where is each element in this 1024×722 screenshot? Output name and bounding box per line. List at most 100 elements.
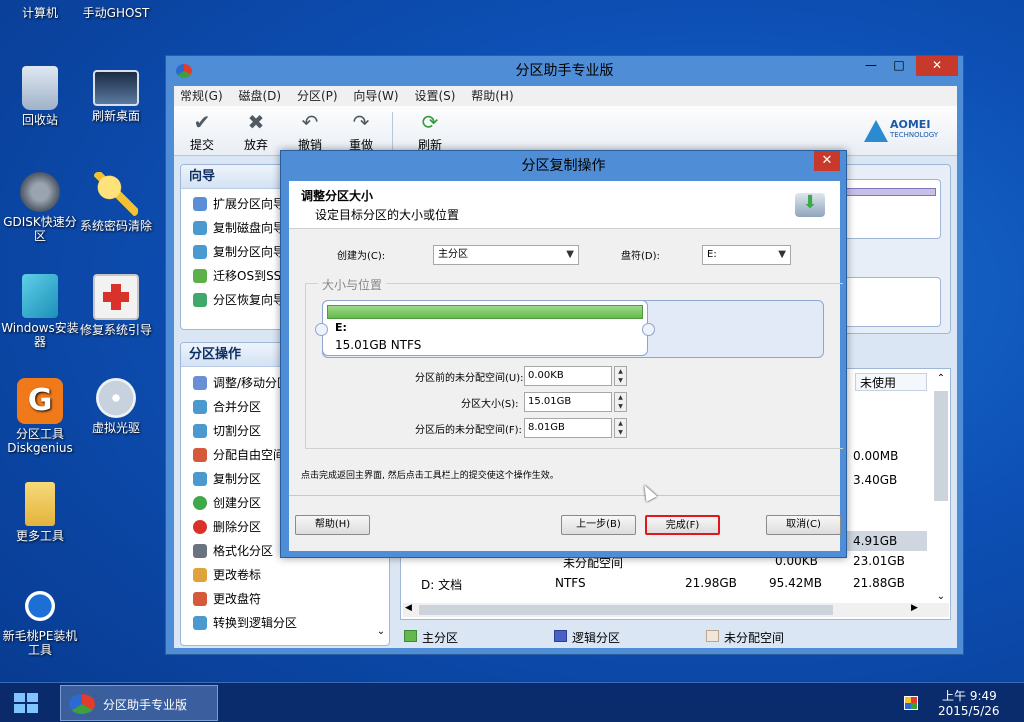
desktop-icon-manual-ghost[interactable]: 手动GHOST	[76, 0, 156, 20]
desktop-icon-label: Windows安装器	[1, 321, 79, 349]
undo-button[interactable]: ↶ 撤销	[290, 110, 330, 153]
checkmark-icon: ✔	[193, 110, 211, 134]
allocate-icon	[193, 448, 207, 462]
redo-button[interactable]: ↷ 重做	[341, 110, 381, 153]
minimize-button[interactable]: —	[858, 56, 884, 76]
desktop-icon-label: 计算机	[21, 6, 58, 20]
dialog-header: 调整分区大小 设定目标分区的大小或位置 ⬇	[289, 181, 840, 229]
size-position-group: 大小与位置 E: 15.01GB NTFS 分区前的未分配空间(U): 0.00…	[305, 276, 843, 449]
maximize-button[interactable]: □	[886, 56, 912, 76]
table-scroll-up[interactable]: ⌃	[934, 373, 948, 389]
after-unallocated-input[interactable]: 8.01GB	[524, 418, 612, 438]
drive-letter-label: 盘符(D):	[621, 251, 660, 262]
create-as-select[interactable]: 主分区 ▼	[433, 245, 579, 265]
scroll-right-icon[interactable]: ▶	[911, 603, 918, 613]
after-unallocated-spinner[interactable]: ▲ ▼	[614, 418, 627, 438]
folder-icon	[25, 482, 55, 526]
desktop-icon-recycle-bin[interactable]: 回收站	[0, 66, 80, 127]
menu-partition[interactable]: 分区(P)	[291, 86, 344, 106]
dialog-divider	[289, 495, 840, 496]
toolbar-divider	[392, 112, 393, 150]
desktop-icon-pe-installer[interactable]: 新毛桃PE装机工具	[0, 586, 80, 657]
cell-used: 95.42MB	[769, 576, 822, 590]
menu-disk[interactable]: 磁盘(D)	[233, 86, 288, 106]
desktop-icon-computer[interactable]: 计算机	[0, 0, 80, 20]
desktop-icon-refresh-desktop[interactable]: 刷新桌面	[76, 70, 156, 123]
legend-logical: 逻辑分区	[572, 631, 621, 645]
right-resize-handle[interactable]	[642, 323, 655, 336]
window-title: 分区助手专业版	[515, 63, 614, 79]
peach-logo-icon	[20, 586, 60, 626]
disk-bar-2	[841, 277, 941, 327]
create-as-label: 创建为(C):	[337, 251, 386, 262]
menu-settings[interactable]: 设置(S)	[408, 86, 461, 106]
tray-icon[interactable]	[904, 696, 918, 710]
dialog-close-button[interactable]: ✕	[814, 151, 840, 171]
partition-name: E:	[335, 321, 347, 334]
chevron-down-icon: ▼	[566, 249, 574, 260]
refresh-button[interactable]: ⟳ 刷新	[410, 110, 450, 153]
toolbar: ✔ 提交 ✖ 放弃 ↶ 撤销 ↷ 重做 ⟳ 刷新 AOMEI TECHNOLOG…	[174, 106, 957, 156]
desktop-icon-password-clear[interactable]: 系统密码清除	[76, 172, 156, 233]
clock-time[interactable]: 上午 9:49	[942, 687, 997, 704]
vertical-scrollbar[interactable]	[934, 391, 948, 501]
partition-block[interactable]: E: 15.01GB NTFS	[322, 300, 648, 356]
table-row-d[interactable]: D: 文档 NTFS 21.98GB 95.42MB 21.88GB	[403, 575, 927, 593]
app-logo-icon	[69, 694, 95, 714]
partition-size-spinner[interactable]: ▲ ▼	[614, 392, 627, 412]
first-aid-kit-icon	[93, 274, 139, 320]
cell-fs: NTFS	[555, 576, 586, 590]
op-change-label[interactable]: 更改卷标	[181, 563, 389, 587]
close-button[interactable]: ✕	[916, 56, 958, 76]
back-button[interactable]: 上一步(B)	[561, 515, 636, 535]
windows-logo-icon	[14, 693, 38, 713]
menu-general[interactable]: 常规(G)	[174, 86, 229, 106]
recovery-icon	[193, 293, 207, 307]
desktop-icon-diskgenius[interactable]: G 分区工具Diskgenius	[0, 378, 80, 455]
menu-wizard[interactable]: 向导(W)	[347, 86, 404, 106]
aomei-logo: AOMEI TECHNOLOGY	[864, 118, 954, 148]
ops-panel-scroll-down[interactable]: ⌄	[374, 626, 388, 642]
desktop-icon-more-tools[interactable]: 更多工具	[0, 482, 80, 543]
start-button[interactable]	[10, 689, 42, 717]
commit-button[interactable]: ✔ 提交	[182, 110, 222, 153]
dialog-subheading: 设定目标分区的大小或位置	[315, 208, 460, 222]
scroll-left-icon[interactable]: ◀	[405, 603, 412, 613]
horizontal-scroll-thumb[interactable]	[419, 605, 833, 615]
legend-primary-swatch	[404, 630, 417, 642]
menu-help[interactable]: 帮助(H)	[465, 86, 519, 106]
before-unallocated-spinner[interactable]: ▲ ▼	[614, 366, 627, 386]
discard-button[interactable]: ✖ 放弃	[236, 110, 276, 153]
before-unallocated-input[interactable]: 0.00KB	[524, 366, 612, 386]
horizontal-scrollbar[interactable]: ◀ ▶	[403, 603, 949, 617]
desktop-icon-repair-boot[interactable]: 修复系统引导	[76, 274, 156, 337]
desktop-icon-virtual-drive[interactable]: 虚拟光驱	[76, 378, 156, 435]
finish-button[interactable]: 完成(F)	[645, 515, 720, 535]
left-resize-handle[interactable]	[315, 323, 328, 336]
desktop-icon-label: 新毛桃PE装机工具	[2, 629, 78, 657]
taskbar-app-button[interactable]: 分区助手专业版	[60, 685, 218, 721]
chevron-down-icon: ▼	[778, 249, 786, 260]
migrate-icon	[193, 269, 207, 283]
op-change-letter[interactable]: 更改盘符	[181, 587, 389, 611]
desktop-icon-label: 刷新桌面	[91, 109, 140, 123]
recycle-bin-icon	[22, 66, 58, 110]
clock-date[interactable]: 2015/5/26	[938, 704, 1000, 718]
cell-name: D: 文档	[421, 578, 463, 592]
desktop-icon-label: 虚拟光驱	[91, 421, 140, 435]
desktop-icon-gdisk[interactable]: GDISK快速分区	[0, 172, 80, 243]
disk-arrow-icon: ⬇	[795, 193, 825, 217]
label-icon	[193, 568, 207, 582]
taskbar-app-label: 分区助手专业版	[103, 698, 188, 712]
dialog-heading: 调整分区大小	[301, 189, 374, 203]
extend-icon	[193, 197, 207, 211]
help-button[interactable]: 帮助(H)	[295, 515, 370, 535]
cancel-button[interactable]: 取消(C)	[766, 515, 841, 535]
partition-size-input[interactable]: 15.01GB	[524, 392, 612, 412]
drive-letter-select[interactable]: E: ▼	[702, 245, 791, 265]
desktop-icon-windows-installer[interactable]: Windows安装器	[0, 274, 80, 349]
op-convert-logical[interactable]: 转换到逻辑分区	[181, 611, 389, 635]
drive-letter-icon	[193, 592, 207, 606]
cell-unused-3: 23.01GB	[853, 554, 905, 568]
table-header-unused: 未使用	[855, 373, 927, 391]
